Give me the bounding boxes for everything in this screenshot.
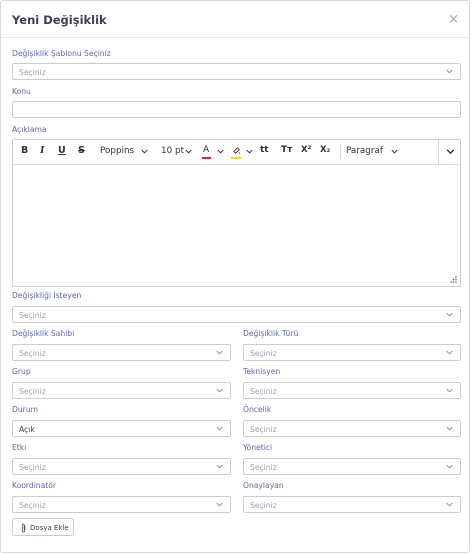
- attach-file-button[interactable]: Dosya Ekle: [12, 518, 74, 536]
- approver-select[interactable]: Seçiniz: [243, 496, 461, 513]
- resize-handle-icon[interactable]: [449, 275, 457, 283]
- chevron-down-icon: [216, 464, 223, 469]
- chevron-down-icon: [446, 464, 453, 469]
- italic-button[interactable]: I: [40, 145, 44, 156]
- requester-placeholder: Seçiniz: [19, 311, 46, 320]
- owner-select[interactable]: Seçiniz: [12, 344, 231, 361]
- priority-select[interactable]: Seçiniz: [243, 420, 461, 437]
- technician-label: Teknisyen: [243, 367, 281, 376]
- font-family-select[interactable]: Poppins: [100, 146, 134, 156]
- paperclip-icon: [21, 523, 26, 533]
- underline-button[interactable]: U: [58, 145, 66, 156]
- superscript-button[interactable]: X²: [301, 145, 311, 155]
- toolbar-divider: [438, 140, 439, 164]
- toolbar-divider: [340, 144, 341, 159]
- requester-select[interactable]: Seçiniz: [12, 306, 461, 323]
- strikethrough-button[interactable]: S: [78, 145, 85, 156]
- status-select[interactable]: Açık: [12, 420, 231, 437]
- status-label: Durum: [12, 405, 38, 414]
- chevron-down-icon: [216, 502, 223, 507]
- impact-placeholder: Seçiniz: [19, 463, 46, 472]
- subscript-button[interactable]: X₂: [320, 145, 330, 155]
- chevron-down-icon: [141, 149, 148, 154]
- description-editor[interactable]: B I U S Poppins 10 pt A tt Tт X² X₂ Para…: [12, 139, 461, 287]
- technician-placeholder: Seçiniz: [250, 387, 277, 396]
- approver-placeholder: Seçiniz: [250, 501, 277, 510]
- chevron-down-icon: [246, 149, 253, 154]
- highlight-swatch: [231, 157, 241, 159]
- subject-input[interactable]: [12, 101, 461, 118]
- manager-label: Yönetici: [243, 443, 273, 452]
- template-placeholder: Seçiniz: [19, 68, 46, 77]
- group-placeholder: Seçiniz: [19, 387, 46, 396]
- chevron-down-icon: [216, 388, 223, 393]
- chevron-down-icon: [446, 69, 453, 74]
- technician-select[interactable]: Seçiniz: [243, 382, 461, 399]
- bold-button[interactable]: B: [21, 145, 28, 156]
- coordinator-placeholder: Seçiniz: [19, 501, 46, 510]
- coordinator-select[interactable]: Seçiniz: [12, 496, 231, 513]
- impact-select[interactable]: Seçiniz: [12, 458, 231, 475]
- paragraph-select[interactable]: Paragraf: [346, 146, 383, 156]
- chevron-down-icon: [185, 149, 192, 154]
- chevron-down-icon: [217, 149, 224, 154]
- chevron-down-icon: [446, 388, 453, 393]
- new-change-dialog: Yeni Değişiklik × Değişiklik Şablonu Seç…: [0, 0, 470, 553]
- requester-label: Değişikliği İsteyen: [12, 291, 82, 300]
- font-color-swatch: [202, 157, 211, 159]
- highlight-color-icon[interactable]: [231, 145, 242, 156]
- group-select[interactable]: Seçiniz: [12, 382, 231, 399]
- manager-select[interactable]: Seçiniz: [243, 458, 461, 475]
- priority-placeholder: Seçiniz: [250, 425, 277, 434]
- impact-label: Etki: [12, 443, 27, 452]
- status-value: Açık: [19, 425, 35, 434]
- manager-placeholder: Seçiniz: [250, 463, 277, 472]
- font-color-button[interactable]: A: [203, 145, 209, 155]
- approver-label: Onaylayan: [243, 481, 284, 490]
- owner-placeholder: Seçiniz: [19, 349, 46, 358]
- dialog-header: Yeni Değişiklik ×: [1, 1, 469, 38]
- toolbar-expand-icon[interactable]: [445, 146, 456, 157]
- editor-toolbar: B I U S Poppins 10 pt A tt Tт X² X₂ Para…: [13, 140, 460, 165]
- chevron-down-icon: [391, 149, 398, 154]
- chevron-down-icon: [446, 350, 453, 355]
- description-label: Açıklama: [12, 125, 47, 134]
- font-size-select[interactable]: 10 pt: [161, 146, 184, 156]
- subject-label: Konu: [12, 87, 31, 96]
- chevron-down-icon: [216, 350, 223, 355]
- dialog-title: Yeni Değişiklik: [12, 13, 107, 27]
- priority-label: Öncelik: [243, 405, 272, 414]
- owner-label: Değişiklik Sahibi: [12, 329, 75, 338]
- chevron-down-icon: [446, 312, 453, 317]
- type-placeholder: Seçiniz: [250, 349, 277, 358]
- group-label: Grup: [12, 367, 31, 376]
- attach-file-label: Dosya Ekle: [30, 523, 69, 532]
- uppercase-button[interactable]: Tт: [281, 145, 292, 155]
- type-label: Değişiklik Türü: [243, 329, 299, 338]
- template-label: Değişiklik Şablonu Seçiniz: [12, 49, 111, 58]
- close-icon[interactable]: ×: [448, 12, 459, 27]
- lowercase-button[interactable]: tt: [260, 145, 269, 155]
- template-select[interactable]: Seçiniz: [12, 63, 461, 80]
- chevron-down-icon: [446, 502, 453, 507]
- type-select[interactable]: Seçiniz: [243, 344, 461, 361]
- coordinator-label: Koordinatör: [12, 481, 57, 490]
- chevron-down-icon: [446, 426, 453, 431]
- chevron-down-icon: [216, 426, 223, 431]
